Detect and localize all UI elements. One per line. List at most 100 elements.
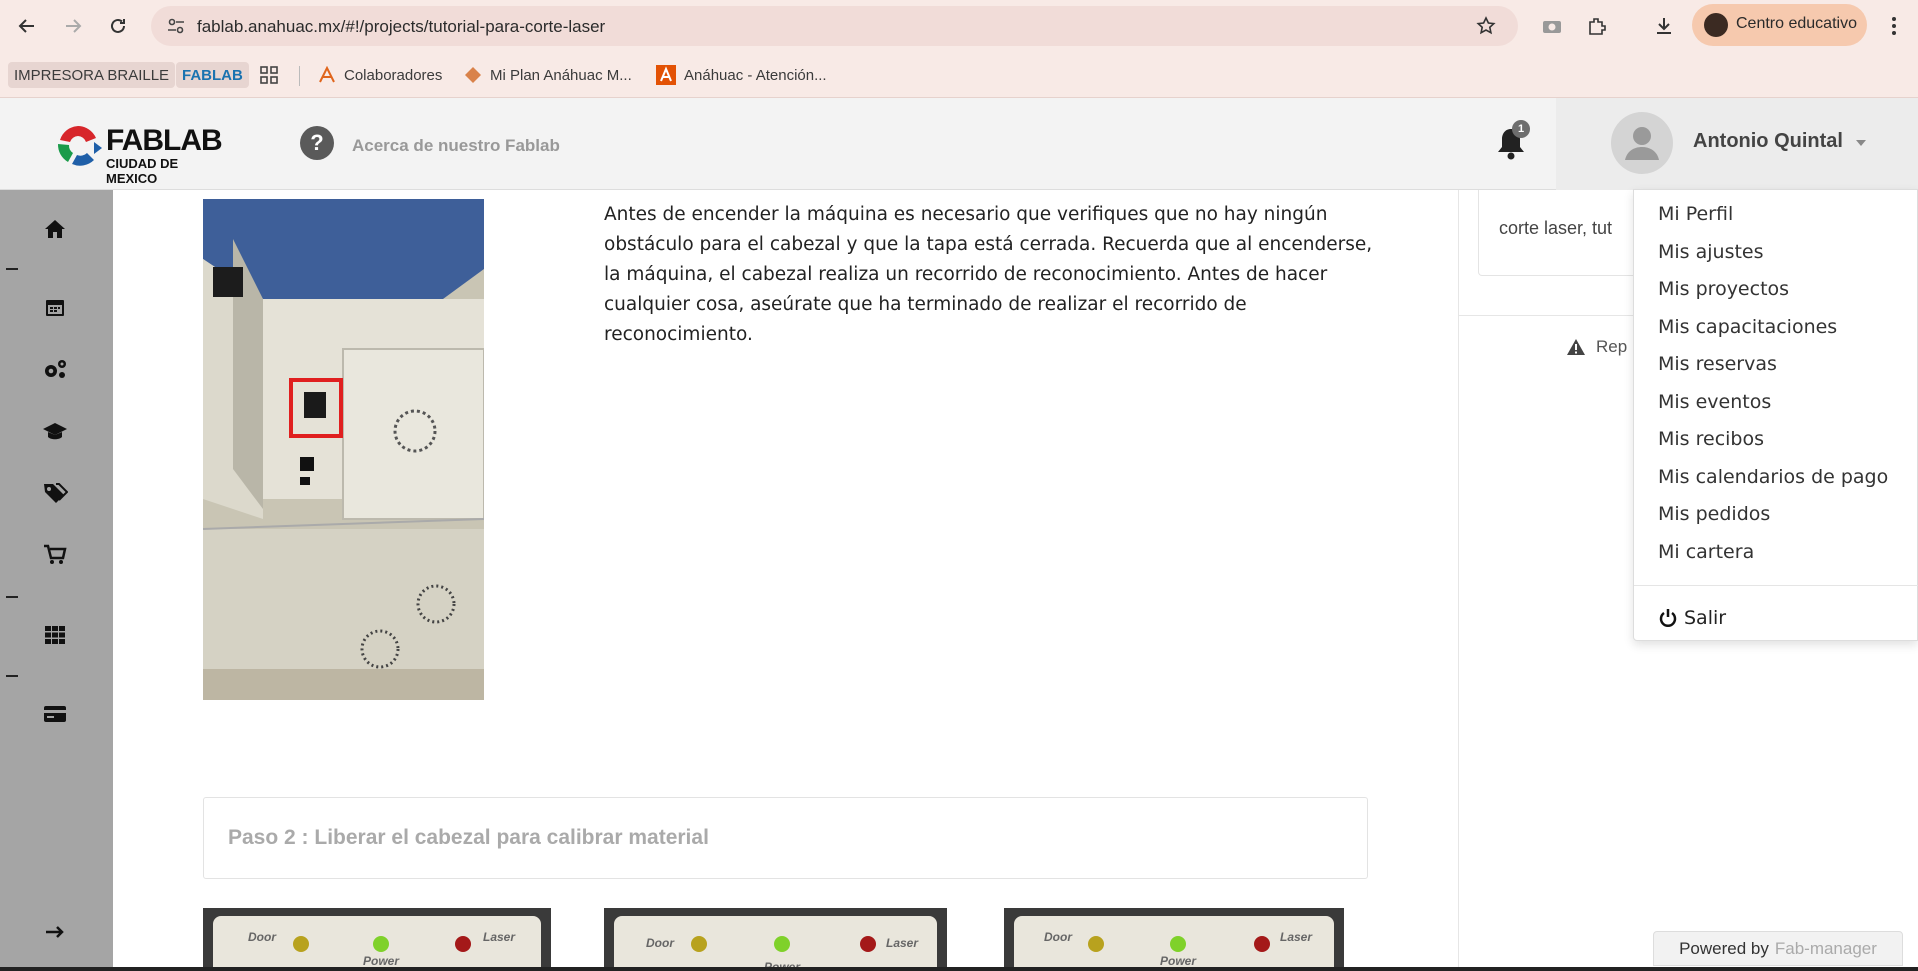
bottom-border (0, 967, 1918, 971)
step-2-card: Paso 2 : Liberar el cabezal para calibra… (203, 797, 1368, 879)
right-column-divider (1458, 190, 1459, 971)
menu-item-mis-reservas[interactable]: Mis reservas (1658, 353, 1777, 375)
control-panel: Door Power Laser (1014, 916, 1334, 971)
power-led (774, 936, 790, 952)
credit-card-icon[interactable] (40, 699, 70, 729)
laser-label: Laser (886, 936, 919, 950)
more-menu-icon[interactable] (1880, 12, 1908, 40)
menu-separator (1634, 585, 1918, 586)
control-panel: Door Power Laser (213, 916, 541, 971)
anahuac-a-icon (656, 65, 676, 85)
door-led (293, 936, 309, 952)
powered-by-footer: Powered by Fab-manager (1653, 931, 1903, 966)
bookmark-anahuac-atencion[interactable]: Anáhuac - Atención... (656, 62, 827, 88)
bookmark-label: Mi Plan Anáhuac M... (490, 66, 632, 84)
sidebar-separator (6, 268, 18, 270)
home-icon[interactable] (40, 214, 70, 244)
bookmark-divider (299, 66, 300, 86)
user-menu-toggle[interactable]: Antonio Quintal (1556, 98, 1918, 190)
menu-item-mis-eventos[interactable]: Mis eventos (1658, 391, 1771, 413)
browser-profile-button[interactable]: Centro educativo (1692, 4, 1867, 46)
anahuac-logo-icon (319, 66, 335, 83)
bookmark-impresora-braille[interactable]: IMPRESORA BRAILLE (8, 62, 176, 88)
sidebar (0, 190, 113, 971)
laser-led (1254, 936, 1270, 952)
menu-item-mi-perfil[interactable]: Mi Perfil (1658, 203, 1733, 225)
app-header: FABLAB CIUDAD DE MEXICO ? Acerca de nues… (0, 98, 1918, 190)
bookmark-label: IMPRESORA BRAILLE (14, 66, 170, 84)
bookmark-mi-plan[interactable]: Mi Plan Anáhuac M... (464, 62, 632, 88)
fablab-logo-icon (57, 126, 102, 166)
graduation-cap-icon[interactable] (40, 416, 70, 446)
step-2-title: Paso 2 : Liberar el cabezal para calibra… (228, 826, 709, 849)
logout-button[interactable]: Salir (1658, 607, 1726, 629)
help-icon[interactable]: ? (300, 126, 334, 160)
bookmark-label: Colaboradores (344, 66, 443, 84)
bookmarks-bar: IMPRESORA BRAILLE FABLAB Colaboradores M… (0, 52, 1918, 98)
bookmark-colaboradores[interactable]: Colaboradores (318, 62, 442, 88)
laser-led (455, 936, 471, 952)
diamond-icon (465, 67, 481, 83)
menu-item-mis-calendarios-de-pago[interactable]: Mis calendarios de pago (1658, 466, 1888, 488)
user-dropdown-menu: Mi Perfil Mis ajustes Mis proyectos Mis … (1633, 189, 1918, 641)
logo-text-value: FABLAB (106, 124, 223, 157)
control-panel: Door Power Laser (614, 916, 937, 971)
menu-item-mis-capacitaciones[interactable]: Mis capacitaciones (1658, 316, 1837, 338)
download-icon[interactable] (1650, 12, 1678, 40)
step-2-image-1: Door Power Laser (203, 908, 551, 971)
default-avatar-icon (1625, 127, 1659, 160)
power-led (373, 936, 389, 952)
laser-label: Laser (483, 930, 516, 944)
caret-down-icon (1856, 140, 1866, 146)
expand-arrow-icon[interactable] (40, 917, 70, 947)
menu-item-mis-pedidos[interactable]: Mis pedidos (1658, 503, 1770, 525)
door-label: Door (248, 930, 276, 944)
gears-icon[interactable] (40, 354, 70, 384)
bookmark-fablab[interactable]: FABLAB (176, 62, 249, 88)
power-label: Power (363, 954, 400, 968)
menu-item-mi-cartera[interactable]: Mi cartera (1658, 541, 1754, 563)
bookmark-label: Anáhuac - Atención... (684, 66, 827, 84)
menu-item-mis-ajustes[interactable]: Mis ajustes (1658, 241, 1764, 263)
sidebar-separator (6, 675, 18, 677)
door-led (691, 936, 707, 952)
report-label: Rep (1596, 337, 1628, 356)
step-2-image-2: Door Power Laser (604, 908, 947, 971)
reload-icon[interactable] (103, 11, 133, 41)
profile-avatar (1704, 13, 1728, 37)
fab-manager-link[interactable]: Fab-manager (1775, 939, 1877, 959)
tags-text: corte laser, tut (1499, 218, 1613, 238)
bookmark-star-icon[interactable] (1476, 16, 1496, 41)
notification-badge: 1 (1512, 120, 1530, 138)
back-icon[interactable] (12, 11, 42, 41)
power-label: Power (1160, 954, 1197, 968)
step-1-image (203, 199, 484, 700)
power-led (1170, 936, 1186, 952)
calendar-icon[interactable] (40, 292, 70, 322)
logo-text: FABLAB (106, 124, 223, 158)
camera-icon[interactable] (1538, 12, 1566, 40)
forward-icon[interactable] (58, 11, 88, 41)
extensions-icon[interactable] (1583, 12, 1611, 40)
laser-label: Laser (1280, 930, 1313, 944)
logo-subtext: CIUDAD DE MEXICO (106, 156, 179, 186)
apps-grid-icon[interactable] (260, 62, 278, 88)
warning-icon (1567, 339, 1585, 355)
laser-led (860, 936, 876, 952)
about-link[interactable]: Acerca de nuestro Fablab (352, 136, 560, 156)
report-link[interactable]: Rep (1566, 337, 1627, 357)
step-1-description: Antes de encender la máquina es necesari… (604, 204, 1373, 345)
url-text[interactable]: fablab.anahuac.mx/#!/projects/tutorial-p… (197, 17, 605, 37)
user-avatar (1611, 112, 1673, 174)
cart-icon[interactable] (40, 540, 70, 570)
tags-icon[interactable] (40, 478, 70, 508)
fablab-logo[interactable]: FABLAB CIUDAD DE MEXICO (48, 116, 223, 186)
grid-icon[interactable] (40, 620, 70, 650)
door-led (1088, 936, 1104, 952)
site-info-icon[interactable] (167, 18, 185, 39)
menu-item-mis-proyectos[interactable]: Mis proyectos (1658, 278, 1789, 300)
menu-item-mis-recibos[interactable]: Mis recibos (1658, 428, 1764, 450)
power-icon (1659, 609, 1677, 627)
user-name: Antonio Quintal (1693, 130, 1843, 152)
address-bar[interactable]: fablab.anahuac.mx/#!/projects/tutorial-p… (151, 6, 1518, 46)
